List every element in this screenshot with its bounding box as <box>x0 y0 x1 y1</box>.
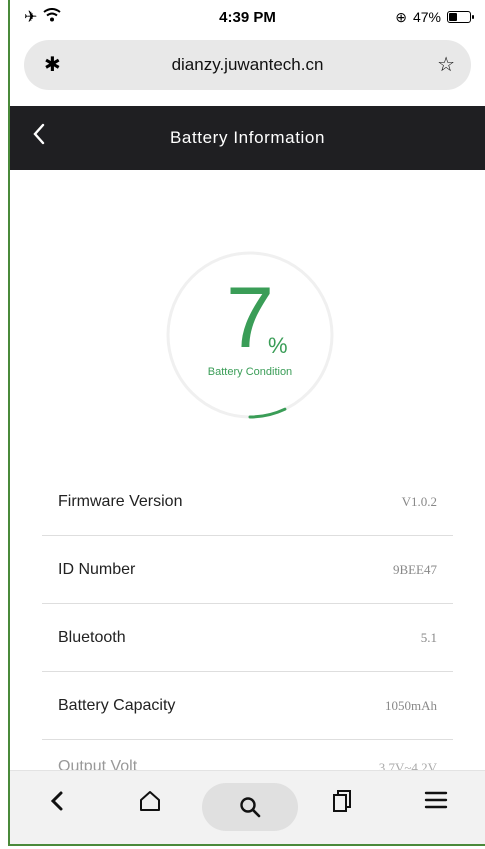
battery-gauge: 7 % Battery Condition <box>160 245 340 425</box>
home-icon[interactable] <box>138 789 162 820</box>
gauge-label: Battery Condition <box>207 366 293 378</box>
url-text[interactable]: dianzy.juwantech.cn <box>172 55 324 75</box>
tabs-icon[interactable] <box>332 789 352 820</box>
app-frame: ✈ 4:39 PM ⊕ 47% ✱ dianzy.juwantech.cn ☆ … <box>8 0 485 846</box>
search-icon[interactable] <box>202 783 298 831</box>
status-right: ⊕ 47% <box>395 8 474 26</box>
menu-icon[interactable] <box>424 789 448 818</box>
row-value: 9BEE47 <box>392 561 437 577</box>
wifi-icon <box>43 7 62 27</box>
info-list: Firmware Version V1.0.2 ID Number 9BEE47… <box>42 468 453 776</box>
browser-toolbar <box>10 770 485 844</box>
gauge-level-arc <box>248 407 287 419</box>
page-title: Battery Information <box>169 128 326 147</box>
back-chevron-icon[interactable] <box>32 122 46 153</box>
battery-icon <box>447 11 474 23</box>
page-header: Battery Information <box>10 106 485 170</box>
row-value: 5.1 <box>420 629 437 645</box>
gauge-value: 7 <box>226 270 274 366</box>
row-label: Bluetooth <box>58 628 126 646</box>
status-bar: ✈ 4:39 PM ⊕ 47% <box>10 0 485 34</box>
row-label: Firmware Version <box>58 492 183 510</box>
orientation-lock-icon: ⊕ <box>395 8 407 25</box>
bluetooth-icon[interactable]: ✱ <box>44 52 61 77</box>
row-label: Battery Capacity <box>58 696 176 714</box>
star-icon[interactable]: ☆ <box>437 52 455 77</box>
info-row-firmware: Firmware Version V1.0.2 <box>42 468 453 536</box>
info-row-capacity: Battery Capacity 1050mAh <box>42 672 453 740</box>
row-value: V1.0.2 <box>401 493 437 509</box>
info-row-id: ID Number 9BEE47 <box>42 536 453 604</box>
gauge-unit: % <box>268 333 288 358</box>
row-value: 1050mAh <box>385 697 437 713</box>
info-row-bluetooth: Bluetooth 5.1 <box>42 604 453 672</box>
address-bar[interactable]: ✱ dianzy.juwantech.cn ☆ <box>24 40 471 90</box>
airplane-icon: ✈ <box>24 9 38 26</box>
battery-percent: 47% <box>412 9 441 25</box>
row-label: ID Number <box>58 560 136 578</box>
back-icon[interactable] <box>50 789 64 820</box>
status-left: ✈ <box>24 7 62 27</box>
